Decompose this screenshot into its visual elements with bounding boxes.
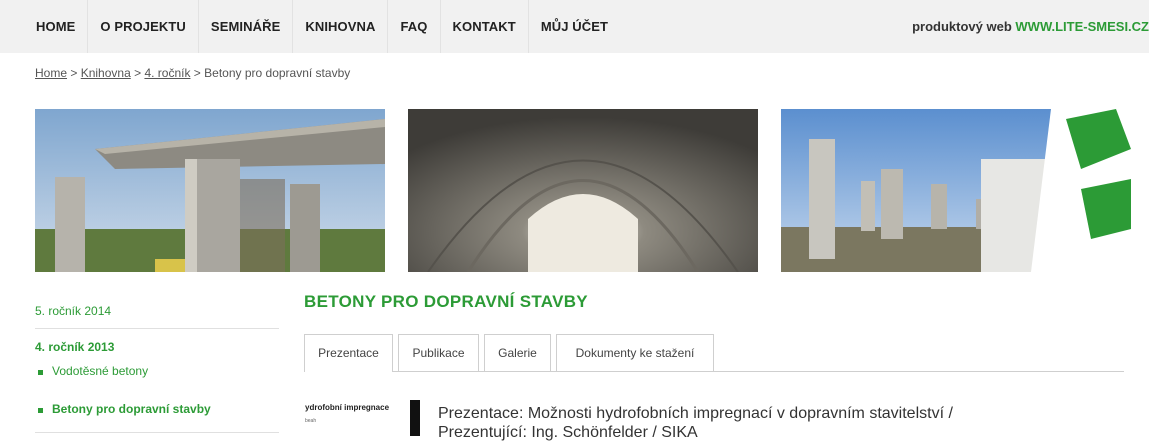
thumbnail-title: ydrofobní impregnace [305, 403, 390, 412]
breadcrumb-year[interactable]: 4. ročník [144, 66, 190, 80]
sidebar-subitem-betony-dopravni[interactable]: Betony pro dopravní stavby [35, 398, 279, 420]
top-navigation: HOME O PROJEKTU SEMINÁŘE KNIHOVNA FAQ KO… [0, 0, 1149, 53]
presentation-title-line2: Prezentující: Ing. Schönfelder / SIKA [438, 424, 698, 441]
sidebar-divider [35, 420, 279, 433]
breadcrumb-home[interactable]: Home [35, 66, 67, 80]
presentation-title[interactable]: Prezentace: Možnosti hydrofobních impreg… [438, 404, 1118, 442]
breadcrumb: Home > Knihovna > 4. ročník > Betony pro… [35, 66, 350, 80]
tab-publikace[interactable]: Publikace [398, 334, 479, 371]
promo-text: produktový web WWW.LITE-SMESI.CZ [912, 0, 1149, 53]
nav-faq[interactable]: FAQ [388, 0, 441, 53]
breadcrumb-separator: > [190, 66, 205, 80]
page-title: BETONY PRO DOPRAVNÍ STAVBY [304, 292, 588, 311]
presentation-thumbnail[interactable]: ydrofobní impregnace beah [304, 400, 422, 436]
tab-galerie[interactable]: Galerie [484, 334, 551, 371]
nav-home[interactable]: HOME [24, 0, 89, 53]
breadcrumb-separator: > [130, 66, 145, 80]
nav-muj-ucet[interactable]: MŮJ ÚČET [529, 0, 620, 53]
sidebar: 5. ročník 2014 4. ročník 2013 Vodotěsné … [35, 300, 279, 433]
sidebar-item-year-2013[interactable]: 4. ročník 2013 [35, 329, 279, 360]
thumbnail-subtitle: beah [305, 418, 317, 424]
thumbnail-bar [410, 400, 420, 436]
main-menu: HOME O PROJEKTU SEMINÁŘE KNIHOVNA FAQ KO… [24, 0, 620, 53]
promo-site-link[interactable]: WWW.LITE-SMESI.CZ [1015, 19, 1149, 34]
breadcrumb-library[interactable]: Knihovna [81, 66, 131, 80]
breadcrumb-current: Betony pro dopravní stavby [204, 66, 351, 80]
nav-o-projektu[interactable]: O PROJEKTU [88, 0, 199, 53]
nav-kontakt[interactable]: KONTAKT [441, 0, 529, 53]
sidebar-subitem-vodotesne-betony[interactable]: Vodotěsné betony [35, 360, 279, 382]
content-tabs: Prezentace Publikace Galerie Dokumenty k… [304, 334, 1124, 372]
banner-image-tunnel [408, 109, 758, 272]
nav-seminare[interactable]: SEMINÁŘE [199, 0, 294, 53]
banner-image-truck-pillars [781, 109, 1131, 272]
banner-image-bridge-construction [35, 109, 385, 272]
main-content: BETONY PRO DOPRAVNÍ STAVBY Prezentace Pu… [304, 292, 1124, 441]
sidebar-item-year-2014[interactable]: 5. ročník 2014 [35, 300, 279, 329]
tab-prezentace[interactable]: Prezentace [304, 334, 393, 372]
nav-knihovna[interactable]: KNIHOVNA [293, 0, 389, 53]
promo-prefix: produktový web [912, 19, 1016, 34]
presentation-title-line1: Prezentace: Možnosti hydrofobních impreg… [438, 405, 953, 422]
breadcrumb-separator: > [67, 66, 81, 80]
tab-dokumenty[interactable]: Dokumenty ke stažení [556, 334, 714, 371]
